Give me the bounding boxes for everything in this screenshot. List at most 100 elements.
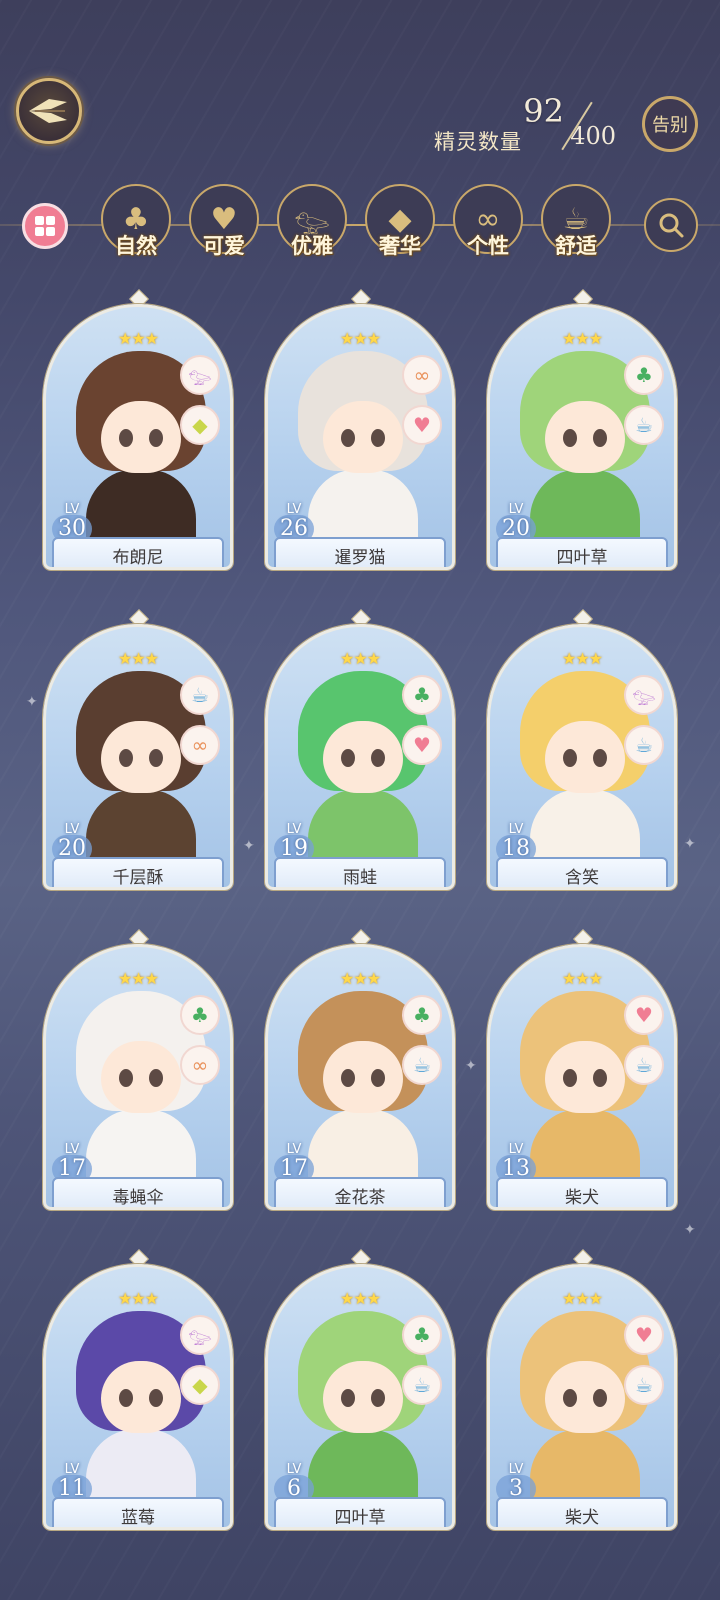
portrait-outfit xyxy=(86,789,196,859)
swan-icon: 𓅰 xyxy=(180,355,220,395)
portrait-face xyxy=(101,1041,181,1113)
filter-nature-button[interactable]: ♣ 自然 xyxy=(100,184,172,264)
portrait-face xyxy=(545,1361,625,1433)
level-badge: LV 11 xyxy=(50,1462,94,1503)
portrait-eye xyxy=(149,1389,163,1407)
spirit-card[interactable]: ★★★ ♣ ☕ LV 17 金花茶 xyxy=(265,929,455,1212)
filter-cute-button[interactable]: ♥ 可爱 xyxy=(188,184,260,264)
portrait-eye xyxy=(119,1389,133,1407)
level-badge: LV 30 xyxy=(50,502,94,543)
portrait-eye xyxy=(563,749,577,767)
portrait-outfit xyxy=(530,1429,640,1499)
search-button[interactable] xyxy=(644,198,698,252)
portrait-outfit xyxy=(86,1429,196,1499)
portrait-eye xyxy=(593,749,607,767)
farewell-button[interactable]: 告别 xyxy=(642,96,698,152)
spirit-name: 柴犬 xyxy=(496,1497,668,1527)
portrait-eye xyxy=(119,1069,133,1087)
portrait-outfit xyxy=(308,789,418,859)
spirit-card[interactable]: ★★★ ☕ ∞ LV 20 千层酥 xyxy=(43,609,233,892)
level-tag: LV xyxy=(508,822,524,837)
portrait-face xyxy=(545,1041,625,1113)
card-frame: ★★★ 𓅰 ◆ LV 11 蓝莓 xyxy=(43,1264,233,1530)
level-tag: LV xyxy=(286,1462,302,1477)
level-badge: LV 26 xyxy=(272,502,316,543)
star-rating: ★★★ xyxy=(339,969,381,988)
level-tag: LV xyxy=(508,1142,524,1157)
sparkle-icon: ✦ xyxy=(684,1222,696,1238)
level-badge: LV 18 xyxy=(494,822,538,863)
spirit-name: 柴犬 xyxy=(496,1177,668,1207)
spirit-count: 92 精灵数量 400 xyxy=(426,92,616,162)
filter-personality-button[interactable]: ∞ 个性 xyxy=(452,184,524,264)
level-badge: LV 13 xyxy=(494,1142,538,1183)
spirit-card[interactable]: ★★★ 𓅰 ◆ LV 11 蓝莓 xyxy=(43,1249,233,1532)
sparkle-icon: ✦ xyxy=(26,694,38,710)
level-tag: LV xyxy=(64,1462,80,1477)
spirit-card[interactable]: ★★★ ∞ ♥ LV 26 暹罗猫 xyxy=(265,289,455,572)
star-rating: ★★★ xyxy=(117,649,159,668)
portrait-eye xyxy=(371,1069,385,1087)
portrait-outfit xyxy=(308,469,418,539)
back-button[interactable] xyxy=(16,78,82,144)
star-rating: ★★★ xyxy=(117,969,159,988)
level-badge: LV 20 xyxy=(50,823,94,863)
teacup-icon: ☕ xyxy=(624,725,664,765)
star-rating: ★★★ xyxy=(561,649,603,668)
portrait-eye xyxy=(563,1069,577,1087)
spirit-count-current: 92 xyxy=(523,92,564,130)
spirit-card[interactable]: ★★★ ♣ ☕ LV 6 四叶草 xyxy=(265,1249,455,1532)
level-badge: LV 20 xyxy=(494,502,538,543)
level-tag: LV xyxy=(286,502,302,517)
spirit-card[interactable]: ★★★ ♥ ☕ LV 13 柴犬 xyxy=(487,929,677,1212)
filter-luxury-button[interactable]: ◆ 奢华 xyxy=(364,184,436,264)
portrait-eye xyxy=(149,1069,163,1087)
spirit-card[interactable]: ★★★ 𓅰 ☕ LV 18 含笑 xyxy=(487,609,677,892)
spirit-name: 四叶草 xyxy=(496,537,668,567)
spirit-name: 毒蝇伞 xyxy=(52,1177,224,1207)
portrait-eye xyxy=(341,1069,355,1087)
level-badge: LV 3 xyxy=(494,1463,538,1503)
portrait-eye xyxy=(593,429,607,447)
filter-comfort-button[interactable]: ☕ 舒适 xyxy=(540,184,612,264)
spirit-count-max: 400 xyxy=(570,122,616,150)
portrait-eye xyxy=(593,1069,607,1087)
star-rating: ★★★ xyxy=(339,1289,381,1308)
spirit-name: 雨蛙 xyxy=(274,857,446,887)
filter-luxury-label: 奢华 xyxy=(379,234,421,258)
portrait-outfit xyxy=(530,1109,640,1179)
level-tag: LV xyxy=(508,502,524,517)
filter-cute-label: 可爱 xyxy=(203,234,245,258)
portrait-face xyxy=(323,721,403,793)
card-frame: ★★★ 𓅰 ☕ LV 18 含笑 xyxy=(487,624,677,890)
clover-icon: ♣ xyxy=(624,355,664,395)
portrait-face xyxy=(101,1361,181,1433)
level-tag: LV xyxy=(64,502,80,517)
filter-all-button[interactable] xyxy=(22,203,68,249)
card-frame: ★★★ ♣ ☕ LV 20 四叶草 xyxy=(487,304,677,570)
star-rating: ★★★ xyxy=(117,1289,159,1308)
portrait-eye xyxy=(563,1389,577,1407)
teacup-icon: ☕ xyxy=(624,405,664,445)
star-rating: ★★★ xyxy=(561,329,603,348)
spirit-card[interactable]: ★★★ ♣ ☕ LV 20 四叶草 xyxy=(487,289,677,572)
portrait-eye xyxy=(149,429,163,447)
spirit-card[interactable]: ★★★ ♣ ♥ LV 19 雨蛙 xyxy=(265,609,455,892)
filter-comfort-label: 舒适 xyxy=(555,234,597,258)
spirit-card[interactable]: ★★★ ♣ ∞ LV 17 毒蝇伞 xyxy=(43,929,233,1212)
level-tag: LV xyxy=(286,1142,302,1157)
card-frame: ★★★ ♣ ☕ LV 6 四叶草 xyxy=(265,1264,455,1530)
portrait-eye xyxy=(371,1389,385,1407)
portrait-eye xyxy=(341,1389,355,1407)
spirit-card[interactable]: ★★★ 𓅰 ◆ LV 30 布朗尼 xyxy=(43,289,233,572)
sparkle-icon: ✦ xyxy=(684,836,696,852)
portrait-face xyxy=(323,401,403,473)
portrait-eye xyxy=(563,429,577,447)
level-badge: LV 19 xyxy=(272,823,316,863)
spirit-card[interactable]: ★★★ ♥ ☕ LV 3 柴犬 xyxy=(487,1249,677,1532)
filter-elegant-button[interactable]: 𓅰 优雅 xyxy=(276,184,348,264)
filter-nature-label: 自然 xyxy=(115,234,157,258)
level-tag: LV xyxy=(64,1142,80,1157)
spirit-count-label: 精灵数量 xyxy=(434,130,522,154)
teacup-icon: ☕ xyxy=(180,675,220,715)
